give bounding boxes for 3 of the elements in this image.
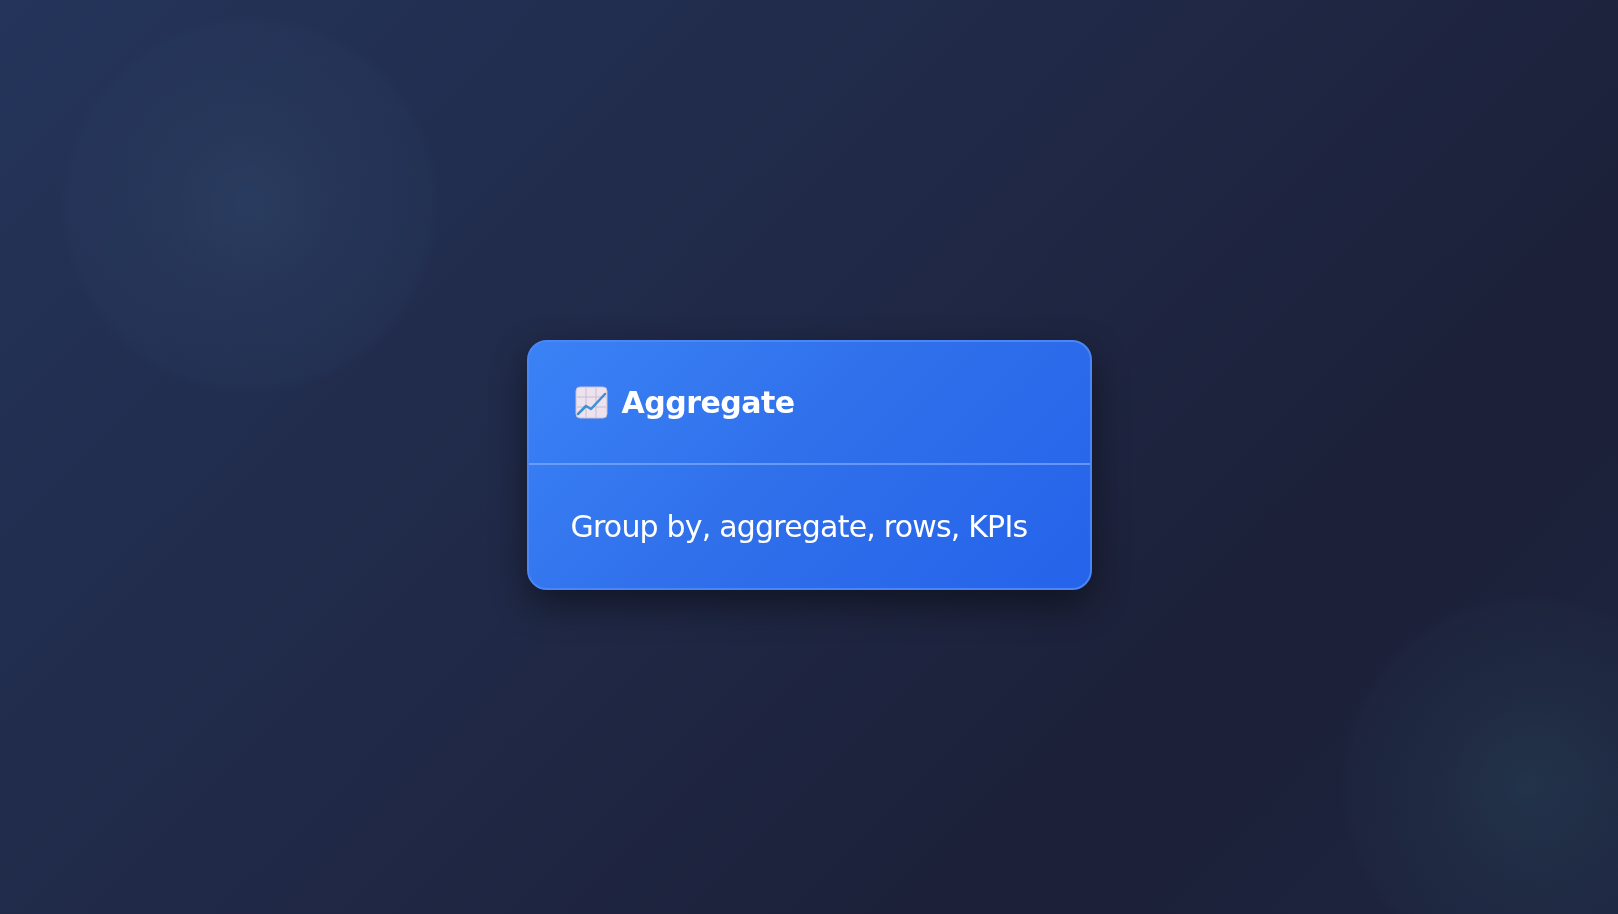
card-description: Group by, aggregate, rows, KPIs (570, 509, 1028, 544)
chart-icon (574, 386, 608, 419)
card-title: Aggregate (621, 385, 795, 420)
